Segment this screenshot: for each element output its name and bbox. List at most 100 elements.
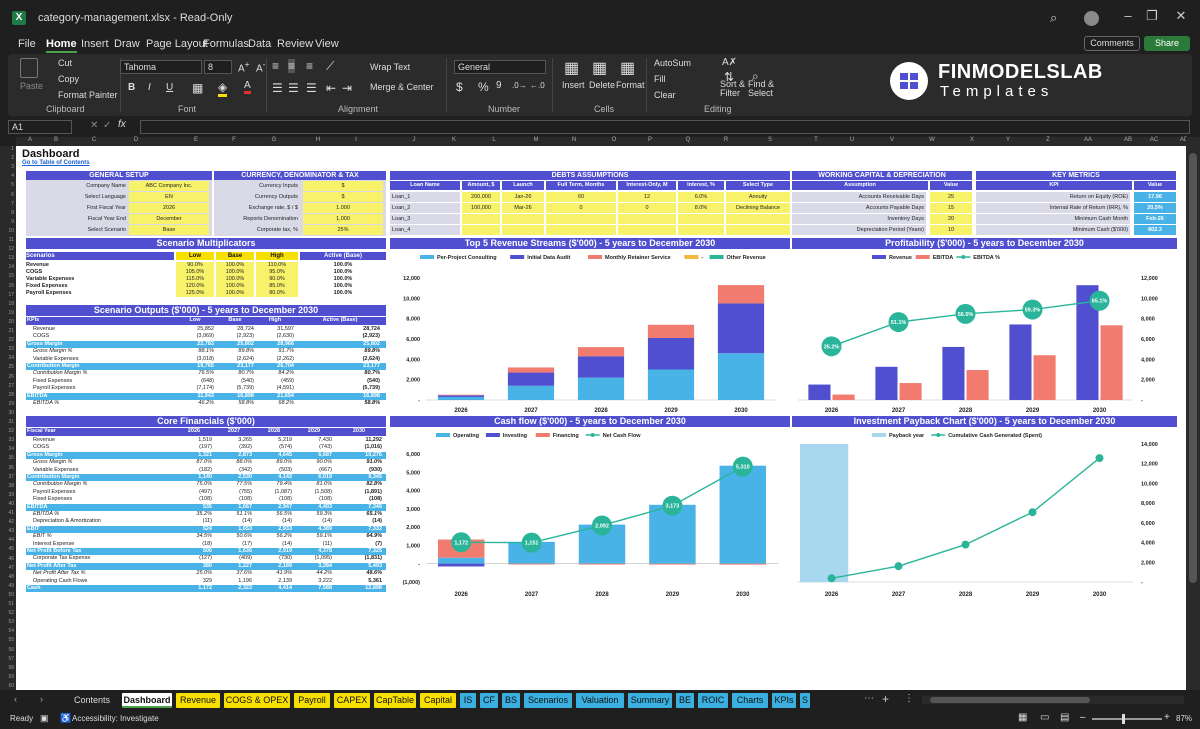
bold-icon[interactable]: B	[128, 82, 135, 93]
loan-input[interactable]	[462, 214, 500, 224]
normal-view-icon[interactable]: ▦	[1018, 712, 1027, 723]
close-icon[interactable]: ✕	[1170, 8, 1192, 28]
column-header[interactable]: C	[84, 137, 104, 143]
row-header[interactable]: 56	[0, 647, 14, 656]
comma-icon[interactable]: 9	[496, 80, 502, 91]
row-header[interactable]: 15	[0, 273, 14, 282]
row-header[interactable]: 40	[0, 501, 14, 510]
indent-icon[interactable]: ⇤	[326, 81, 336, 95]
tab-options-icon[interactable]: ⋮	[904, 693, 914, 704]
loan-input[interactable]	[618, 225, 676, 235]
zoom-slider-thumb[interactable]	[1122, 714, 1125, 724]
clear-format-icon[interactable]: A✗	[722, 57, 737, 68]
currency-value[interactable]: $	[303, 181, 383, 191]
menu-file[interactable]: File	[18, 38, 36, 50]
borders-icon[interactable]: ▦	[192, 81, 203, 95]
avatar[interactable]	[1084, 11, 1099, 26]
wc-value[interactable]: 25	[930, 192, 972, 202]
column-header[interactable]: E	[186, 137, 206, 143]
decrease-decimal-icon[interactable]: ←.0	[530, 81, 545, 90]
loan-input[interactable]: 0	[546, 203, 616, 213]
insert-button[interactable]: Insert	[562, 80, 585, 90]
column-header[interactable]: T	[806, 137, 826, 143]
tab-capital[interactable]: Capital	[420, 693, 456, 708]
row-header[interactable]: 13	[0, 255, 14, 264]
column-header[interactable]: U	[842, 137, 862, 143]
font-name-select[interactable]: Tahoma	[120, 60, 202, 74]
currency-value[interactable]: 25%	[303, 225, 383, 235]
page-layout-view-icon[interactable]: ▭	[1040, 712, 1049, 723]
tab-cf[interactable]: CF	[480, 693, 498, 708]
row-header[interactable]: 18	[0, 301, 14, 310]
column-header[interactable]: F	[224, 137, 244, 143]
column-header[interactable]: M	[526, 137, 546, 143]
column-header[interactable]: A	[20, 137, 40, 143]
row-header[interactable]: 58	[0, 665, 14, 674]
tab-kpis[interactable]: KPIs	[772, 693, 796, 708]
zoom-out-icon[interactable]: –	[1080, 712, 1086, 723]
loan-input[interactable]: Declining Balance	[726, 203, 790, 213]
column-header[interactable]: R	[716, 137, 736, 143]
scrollbar-thumb[interactable]	[1189, 153, 1197, 583]
general-setup-value[interactable]: ABC Company Inc.	[129, 181, 209, 191]
format-button[interactable]: Format	[616, 80, 645, 90]
row-header[interactable]: 21	[0, 328, 14, 337]
search-icon[interactable]: ⌕	[1050, 10, 1057, 26]
underline-icon[interactable]: U	[166, 82, 173, 93]
loan-input[interactable]	[678, 225, 724, 235]
decrease-font-icon[interactable]: A-	[256, 59, 265, 74]
tab-bs[interactable]: BS	[502, 693, 520, 708]
column-header[interactable]: G	[264, 137, 284, 143]
multiplicator-value[interactable]: 100.0%	[216, 262, 254, 269]
menu-insert[interactable]: Insert	[81, 38, 109, 50]
loan-input[interactable]: Mar-26	[502, 203, 544, 213]
zoom-in-icon[interactable]: +	[1164, 712, 1170, 723]
row-header[interactable]: 38	[0, 483, 14, 492]
tab-is[interactable]: IS	[460, 693, 476, 708]
general-setup-value[interactable]: EN	[129, 192, 209, 202]
tab-summary[interactable]: Summary	[628, 693, 672, 708]
row-header[interactable]: 54	[0, 628, 14, 637]
paste-button[interactable]: Paste	[20, 81, 43, 91]
loan-input[interactable]	[502, 225, 544, 235]
multiplicator-value[interactable]: 105.0%	[176, 269, 214, 276]
row-header[interactable]: 1	[0, 146, 14, 155]
multiplicator-value[interactable]: 120.0%	[176, 283, 214, 290]
row-header[interactable]: 25	[0, 364, 14, 373]
column-header[interactable]: I	[346, 137, 366, 143]
number-format-select[interactable]: General	[454, 60, 546, 74]
row-header[interactable]: 59	[0, 674, 14, 683]
paste-icon[interactable]	[20, 58, 38, 78]
fill-color-icon[interactable]: ◈	[218, 80, 228, 97]
tab-payroll[interactable]: Payroll	[294, 693, 330, 708]
loan-input[interactable]: 200,000	[462, 192, 500, 202]
row-header[interactable]: 10	[0, 228, 14, 237]
increase-font-icon[interactable]: A+	[238, 59, 250, 74]
loan-input[interactable]	[546, 225, 616, 235]
row-header[interactable]: 32	[0, 428, 14, 437]
loan-input[interactable]: Annuity	[726, 192, 790, 202]
zoom-slider[interactable]	[1092, 714, 1162, 724]
column-header[interactable]: Q	[678, 137, 698, 143]
currency-value[interactable]: 1.000	[303, 203, 383, 213]
sort-filter-button[interactable]: Sort & Filter	[720, 80, 746, 98]
font-color-icon[interactable]: A	[244, 80, 251, 94]
row-header[interactable]: 20	[0, 319, 14, 328]
row-header[interactable]: 46	[0, 556, 14, 565]
column-header[interactable]: X	[962, 137, 982, 143]
row-header[interactable]: 29	[0, 401, 14, 410]
merge-center-button[interactable]: Merge & Center	[370, 82, 434, 92]
vertical-scrollbar[interactable]	[1186, 137, 1200, 690]
currency-value[interactable]: 1,000	[303, 214, 383, 224]
row-header[interactable]: 7	[0, 201, 14, 210]
tab-revenue[interactable]: Revenue	[176, 693, 220, 708]
row-header[interactable]: 24	[0, 355, 14, 364]
multiplicator-value[interactable]: 100.0%	[216, 283, 254, 290]
row-header[interactable]: 42	[0, 519, 14, 528]
loan-input[interactable]	[502, 214, 544, 224]
row-header[interactable]: 6	[0, 192, 14, 201]
tab-be[interactable]: BE	[676, 693, 694, 708]
column-header[interactable]: AB	[1118, 137, 1138, 143]
column-header[interactable]: W	[922, 137, 942, 143]
italic-icon[interactable]: I	[148, 82, 151, 93]
